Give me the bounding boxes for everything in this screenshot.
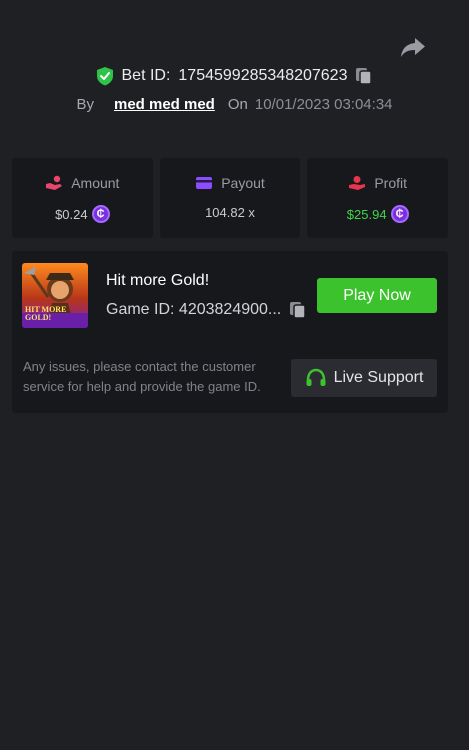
username-link[interactable]: med med med: [114, 96, 215, 113]
coin-icon: ₵: [390, 205, 409, 223]
amount-stat: Amount $0.24 ₵: [12, 158, 153, 238]
payout-value: 104.82 x: [205, 205, 255, 220]
game-id-value: 4203824900...: [178, 301, 282, 318]
live-support-button[interactable]: Live Support: [291, 359, 437, 397]
hand-coin-icon: [46, 175, 63, 190]
bet-id-label: Bet ID:: [121, 67, 171, 84]
by-label: By: [76, 96, 94, 113]
profit-value: $25.94: [346, 206, 387, 222]
game-card: HIT MORE GOLD! Hit more Gold! Game ID: 4…: [12, 251, 448, 413]
thumb-title: HIT MORE GOLD!: [25, 305, 67, 322]
copy-bet-id-icon[interactable]: [355, 67, 373, 85]
game-thumbnail[interactable]: HIT MORE GOLD!: [22, 263, 88, 328]
bet-detail-page: Bet ID: 1754599285348207623 By med med m…: [0, 0, 469, 750]
copy-game-id-icon[interactable]: [289, 301, 307, 319]
hand-money-icon: [349, 176, 366, 190]
game-id-label: Game ID:: [106, 301, 175, 318]
bet-meta-row: By med med med On 10/01/2023 03:04:34: [0, 96, 469, 113]
payout-stat: Payout 104.82 x: [159, 158, 301, 238]
card-icon: [196, 177, 213, 189]
bet-id-row: Bet ID: 1754599285348207623: [0, 66, 469, 86]
on-label: On: [227, 96, 248, 113]
profit-stat: Profit $25.94 ₵: [307, 158, 449, 238]
amount-value: $0.24: [55, 206, 88, 222]
support-text: Any issues, please contact the customer …: [23, 359, 261, 394]
live-support-label: Live Support: [333, 369, 424, 386]
payout-label: Payout: [221, 175, 265, 191]
verified-shield-icon: [96, 67, 113, 86]
bet-stats: Amount $0.24 ₵ Payout 104.82 x Profit $2…: [12, 158, 449, 238]
share-arrow-icon[interactable]: [400, 36, 426, 58]
coin-icon: ₵: [91, 205, 110, 223]
play-now-button[interactable]: Play Now: [317, 278, 437, 313]
game-id-row: Game ID: 4203824900...: [106, 301, 307, 319]
profit-label: Profit: [374, 175, 408, 191]
bet-id-value: 1754599285348207623: [178, 67, 348, 84]
headset-icon: [306, 368, 326, 386]
bet-datetime: 10/01/2023 03:04:34: [254, 96, 393, 113]
game-title: Hit more Gold!: [106, 272, 210, 289]
amount-label: Amount: [71, 175, 120, 191]
